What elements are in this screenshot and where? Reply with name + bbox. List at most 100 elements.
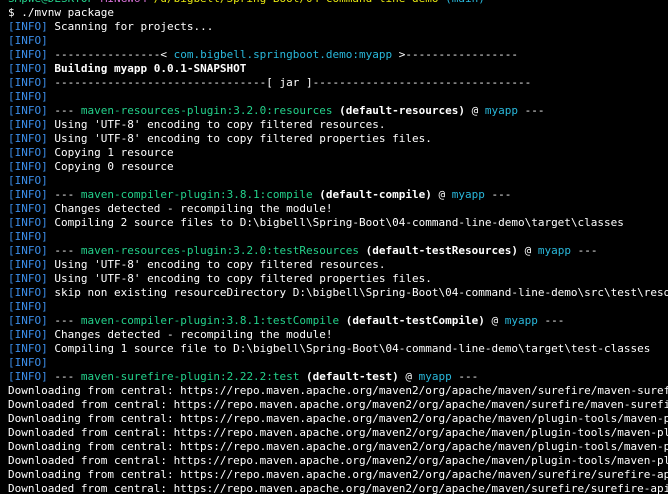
log-level-tag: [INFO]	[8, 356, 48, 369]
output-segment: Downloaded from central: https://repo.ma…	[8, 454, 668, 467]
output-segment: (default-testResources)	[359, 244, 518, 257]
output-segment: Downloaded from central: https://repo.ma…	[8, 482, 668, 494]
log-level-tag: [INFO]	[8, 370, 48, 383]
output-segment: maven-resources-plugin:3.2.0:resources	[80, 104, 333, 117]
output-line: Downloaded from central: https://repo.ma…	[0, 426, 668, 440]
log-level-tag: [INFO]	[8, 202, 48, 215]
output-segment: MINGW64	[101, 0, 147, 5]
output-segment	[94, 0, 101, 5]
output-segment: Using 'UTF-8' encoding to copy filtered …	[47, 118, 386, 131]
output-line: Downloading from central: https://repo.m…	[0, 468, 668, 482]
output-segment: Downloading from central: https://repo.m…	[8, 468, 668, 481]
output-segment: --------------------------------[ jar ]-…	[47, 76, 532, 89]
output-segment: Compiling 1 source file to D:\bigbell\Sp…	[47, 342, 651, 355]
output-segment: com.bigbell.springboot.demo:myapp	[173, 48, 393, 61]
output-line: [INFO] Building myapp 0.0.1-SNAPSHOT	[0, 62, 668, 76]
output-line: Downloading from central: https://repo.m…	[0, 384, 668, 398]
log-level-tag: [INFO]	[8, 342, 48, 355]
log-level-tag: [INFO]	[8, 300, 48, 313]
output-segment: >-----------------	[392, 48, 518, 61]
output-segment: @	[431, 188, 452, 201]
log-level-tag: [INFO]	[8, 328, 48, 341]
output-segment: Downloaded from central: https://repo.ma…	[8, 398, 668, 411]
output-segment: ---	[537, 314, 565, 327]
output-segment: skip non existing resourceDirectory D:\b…	[47, 286, 668, 299]
output-segment: maven-surefire-plugin:2.22.2:test	[80, 370, 300, 383]
output-segment: Copying 1 resource	[47, 146, 174, 159]
output-segment: (default-testCompile)	[339, 314, 485, 327]
output-segment: myapp	[537, 244, 571, 257]
output-segment: Using 'UTF-8' encoding to copy filtered …	[47, 132, 432, 145]
output-line: [INFO]	[0, 90, 668, 104]
log-level-tag: [INFO]	[8, 160, 48, 173]
output-line: [INFO]	[0, 34, 668, 48]
log-level-tag: [INFO]	[8, 272, 48, 285]
output-line: Downloaded from central: https://repo.ma…	[0, 398, 668, 412]
output-segment: /d/bigbell/Spring-Boot/04-command-line-d…	[154, 0, 439, 5]
output-segment: Changes detected - recompiling the modul…	[47, 202, 333, 215]
output-line: [INFO] Scanning for projects...	[0, 20, 668, 34]
log-level-tag: [INFO]	[8, 90, 48, 103]
output-segment: ---	[47, 314, 81, 327]
output-segment: (default-compile)	[312, 188, 432, 201]
output-segment: @	[465, 104, 485, 117]
log-level-tag: [INFO]	[8, 48, 48, 61]
output-segment: Changes detected - recompiling the modul…	[47, 328, 333, 341]
log-level-tag: [INFO]	[8, 314, 48, 327]
log-level-tag: [INFO]	[8, 244, 48, 257]
output-segment: Scanning for projects...	[47, 20, 214, 33]
output-line: Downloading from central: https://repo.m…	[0, 440, 668, 454]
output-segment: @	[484, 314, 505, 327]
output-line: [INFO] Changes detected - recompiling th…	[0, 202, 668, 216]
output-segment: maven-compiler-plugin:3.8.1:testCompile	[80, 314, 340, 327]
output-segment: maven-compiler-plugin:3.8.1:compile	[80, 188, 313, 201]
output-line: [INFO]	[0, 230, 668, 244]
output-line: [INFO] Compiling 1 source file to D:\big…	[0, 342, 668, 356]
output-segment: myapp	[418, 370, 452, 383]
output-segment: Downloading from central: https://repo.m…	[8, 384, 668, 397]
output-segment: Compiling 2 source files to D:\bigbell\S…	[47, 216, 624, 229]
output-segment: (default-resources)	[332, 104, 465, 117]
output-line: [INFO] --- maven-resources-plugin:3.2.0:…	[0, 104, 668, 118]
output-segment: (main)	[445, 0, 485, 5]
output-segment: Downloaded from central: https://repo.ma…	[8, 426, 668, 439]
output-segment: (default-test)	[299, 370, 399, 383]
log-level-tag: [INFO]	[8, 34, 48, 47]
output-segment: Building myapp 0.0.1-SNAPSHOT	[47, 62, 247, 75]
output-segment: $ ./mvnw package	[8, 6, 114, 19]
log-level-tag: [INFO]	[8, 118, 48, 131]
output-line: [INFO] Changes detected - recompiling th…	[0, 328, 668, 342]
output-segment: ---	[570, 244, 598, 257]
output-segment: ---	[518, 104, 545, 117]
output-line: [INFO] Compiling 2 source files to D:\bi…	[0, 216, 668, 230]
output-line: [INFO] --- maven-surefire-plugin:2.22.2:…	[0, 370, 668, 384]
terminal-window[interactable]: SMpWe@DESKTOP MINGW64 /d/bigbell/Spring-…	[0, 0, 668, 494]
output-segment: ---	[47, 104, 81, 117]
output-segment: ---	[47, 188, 81, 201]
output-line: [INFO] --------------------------------[…	[0, 76, 668, 90]
log-level-tag: [INFO]	[8, 216, 48, 229]
output-line: [INFO]	[0, 300, 668, 314]
output-segment: Copying 0 resource	[47, 160, 174, 173]
output-segment: myapp	[504, 314, 538, 327]
output-segment: ---	[484, 188, 512, 201]
output-segment: myapp	[484, 104, 518, 117]
output-segment: Downloading from central: https://repo.m…	[8, 440, 668, 453]
output-line: [INFO] Using 'UTF-8' encoding to copy fi…	[0, 272, 668, 286]
output-segment: @	[398, 370, 419, 383]
output-line: Downloading from central: https://repo.m…	[0, 412, 668, 426]
output-line: [INFO]	[0, 356, 668, 370]
output-segment: Using 'UTF-8' encoding to copy filtered …	[47, 258, 386, 271]
output-line: [INFO] Copying 1 resource	[0, 146, 668, 160]
output-segment: Downloading from central: https://repo.m…	[8, 412, 668, 425]
output-line: [INFO] Using 'UTF-8' encoding to copy fi…	[0, 132, 668, 146]
output-line: [INFO] --- maven-compiler-plugin:3.8.1:t…	[0, 314, 668, 328]
log-level-tag: [INFO]	[8, 174, 48, 187]
log-level-tag: [INFO]	[8, 76, 48, 89]
output-line: [INFO] ----------------< com.bigbell.spr…	[0, 48, 668, 62]
output-segment: ---	[47, 244, 81, 257]
output-segment: @	[517, 244, 538, 257]
log-level-tag: [INFO]	[8, 62, 48, 75]
output-segment: SMpWe@DESKTOP	[8, 0, 94, 5]
log-level-tag: [INFO]	[8, 230, 48, 243]
